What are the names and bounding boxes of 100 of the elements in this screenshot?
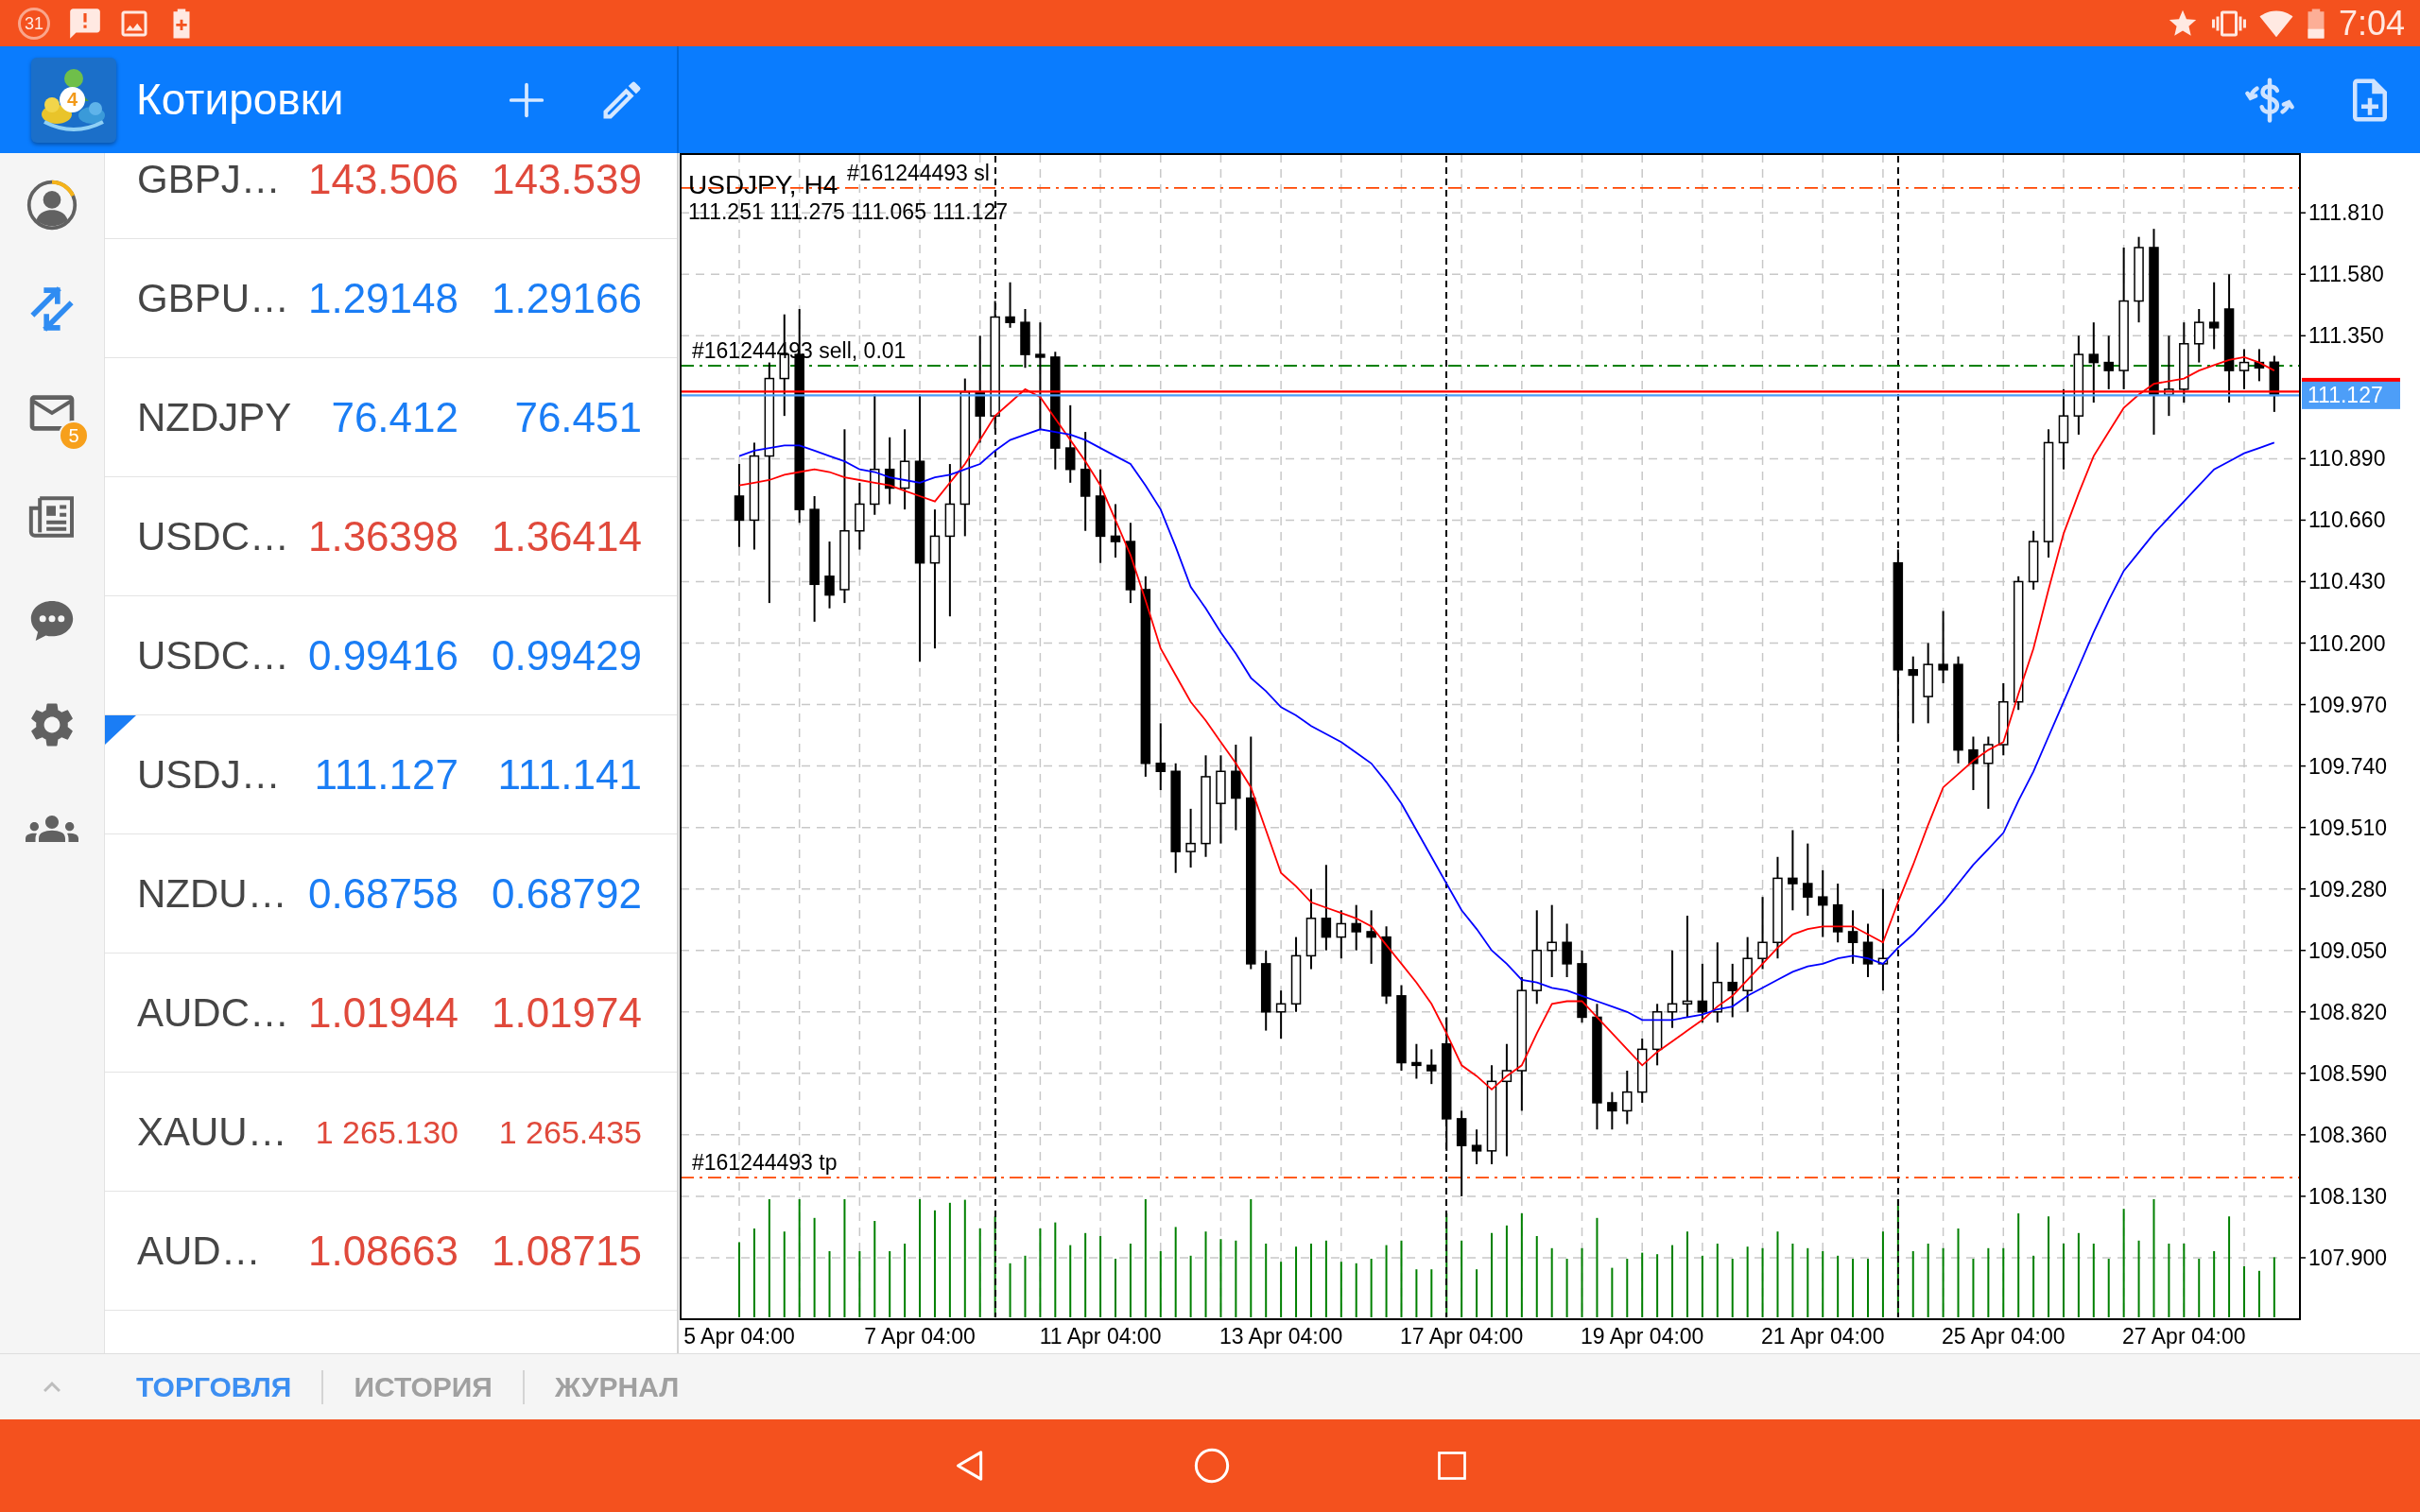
candlestick xyxy=(1471,1128,1482,1165)
candlestick xyxy=(1411,1042,1422,1080)
home-icon[interactable] xyxy=(1193,1447,1231,1485)
bid-price: 0.68758 xyxy=(307,872,458,915)
account-icon[interactable] xyxy=(26,179,78,232)
time-axis-label: 19 Apr 04:00 xyxy=(1580,1324,1704,1349)
chart-title: USDJPY, H4 xyxy=(688,170,838,199)
price-axis-label: 111.580 xyxy=(2308,262,2384,287)
candlestick xyxy=(1757,896,1768,971)
candlestick xyxy=(1185,807,1196,869)
candlestick xyxy=(1366,909,1376,965)
price-axis-label: 108.360 xyxy=(2308,1122,2388,1147)
candlestick xyxy=(1817,868,1828,938)
time-axis-label: 7 Apr 04:00 xyxy=(864,1324,976,1349)
symbol-name: XAUU… xyxy=(137,1111,287,1152)
candlestick xyxy=(1803,842,1813,917)
price-axis-label: 109.510 xyxy=(2308,815,2388,840)
candlestick xyxy=(1682,914,1693,1019)
time-axis-label: 17 Apr 04:00 xyxy=(1399,1324,1524,1349)
time-axis-label: 27 Apr 04:00 xyxy=(2122,1324,2246,1349)
ask-price: 76.451 xyxy=(514,396,642,438)
symbol-name: USDJ… xyxy=(137,754,281,795)
candlestick xyxy=(1426,1048,1437,1086)
candlestick xyxy=(1005,281,1015,329)
ohlc-readout: 111.251 111.275 111.065 111.127 xyxy=(688,199,1009,224)
screen-title: Котировки xyxy=(136,74,345,126)
time-axis-label: 5 Apr 04:00 xyxy=(683,1324,795,1349)
candlestick xyxy=(1938,610,1948,684)
symbol-name: AUDC… xyxy=(137,992,289,1033)
price-axis-label: 110.200 xyxy=(2308,630,2386,656)
candlestick xyxy=(1847,909,1858,965)
candlestick xyxy=(1968,735,1979,792)
ask-price: 0.68792 xyxy=(491,872,642,915)
quote-row[interactable]: USDJ… 111.127 111.141 xyxy=(105,715,677,834)
quote-row[interactable]: XAUU… 1 265.130 1 265.435 xyxy=(105,1073,677,1192)
candlestick xyxy=(1667,949,1678,1029)
price-axis-label: 111.810 xyxy=(2308,200,2384,226)
ask-price: 0.99429 xyxy=(491,634,642,677)
price-axis-label: 108.130 xyxy=(2308,1183,2388,1209)
price-axis-label: 110.660 xyxy=(2308,507,2386,533)
bid-price: 76.412 xyxy=(331,396,458,438)
price-tag: 111.127 xyxy=(2302,381,2400,409)
candlestick xyxy=(1727,962,1737,1019)
price-axis-label: 107.900 xyxy=(2308,1245,2388,1270)
candlestick xyxy=(1064,404,1076,484)
price-axis-label: 109.280 xyxy=(2308,876,2388,902)
ref-line-label: 111.127 xyxy=(2308,383,2383,408)
symbol-name: NZDJPY xyxy=(137,397,292,438)
quote-row[interactable]: USDC… 0.99416 0.99429 xyxy=(105,596,677,715)
candlestick xyxy=(2088,321,2100,404)
time-axis-label: 25 Apr 04:00 xyxy=(1942,1324,2066,1349)
candlestick xyxy=(2193,308,2204,364)
recents-icon[interactable] xyxy=(1435,1449,1469,1483)
price-axis-label: 109.740 xyxy=(2308,753,2388,779)
bid-price: 1 265.130 xyxy=(315,1115,458,1148)
battery-icon xyxy=(2306,7,2325,40)
ask-price: 1.08715 xyxy=(491,1229,642,1272)
price-axis-label: 110.430 xyxy=(2308,569,2386,594)
candlestick xyxy=(1275,989,1287,1040)
candlestick xyxy=(1110,503,1121,559)
bid-price: 111.127 xyxy=(314,753,458,796)
bid-price: 1.01944 xyxy=(307,991,458,1034)
candlestick xyxy=(824,541,835,610)
quote-row[interactable]: NZDJPY 76.412 76.451 xyxy=(105,358,677,477)
candlestick xyxy=(1336,909,1347,960)
price-axis-label: 108.590 xyxy=(2308,1060,2388,1086)
candlestick xyxy=(1562,922,1572,979)
line-series xyxy=(738,428,2275,1022)
quote-row[interactable]: NZDU… 0.68758 0.68792 xyxy=(105,834,677,954)
candlestick xyxy=(1788,829,1798,912)
ask-price: 1 265.435 xyxy=(498,1115,642,1148)
candlestick xyxy=(1155,722,1167,792)
price-axis-label: 109.050 xyxy=(2308,937,2388,963)
order-line-label: #161244493 tp xyxy=(692,1150,838,1176)
quote-row[interactable]: GBPU… 1.29148 1.29166 xyxy=(105,239,677,358)
price-axis-label: 111.350 xyxy=(2308,323,2384,349)
candlestick xyxy=(1035,321,1046,431)
calendar-badge: 31 xyxy=(18,7,50,40)
ask-price: 1.36414 xyxy=(491,515,642,558)
candlestick xyxy=(2208,281,2220,351)
candlestick xyxy=(1983,735,1994,810)
symbol-name: NZDU… xyxy=(137,873,287,914)
quote-row[interactable]: AUDC… 1.01944 1.01974 xyxy=(105,954,677,1073)
time-axis-label: 13 Apr 04:00 xyxy=(1219,1324,1343,1349)
clock-time: 7:04 xyxy=(2338,6,2405,41)
time-axis-label: 11 Apr 04:00 xyxy=(1039,1324,1162,1349)
symbol-name: USDC… xyxy=(137,516,289,557)
quote-row[interactable]: GBPJ… 143.506 143.539 xyxy=(105,153,677,239)
symbol-name: GBPJ… xyxy=(137,160,281,199)
battery-charging-icon xyxy=(172,7,191,40)
bid-price: 1.36398 xyxy=(307,515,458,558)
candlestick xyxy=(1607,1091,1617,1131)
candlestick xyxy=(1351,903,1361,952)
bid-price: 1.29148 xyxy=(307,277,458,319)
candlestick xyxy=(1908,655,1919,725)
quote-row[interactable]: USDC… 1.36398 1.36414 xyxy=(105,477,677,596)
quote-row[interactable]: AUD… 1.08663 1.08715 xyxy=(105,1192,677,1311)
candlestick xyxy=(1697,962,1708,1024)
time-axis-label: 21 Apr 04:00 xyxy=(1761,1324,1885,1349)
ask-price: 143.539 xyxy=(491,159,642,200)
